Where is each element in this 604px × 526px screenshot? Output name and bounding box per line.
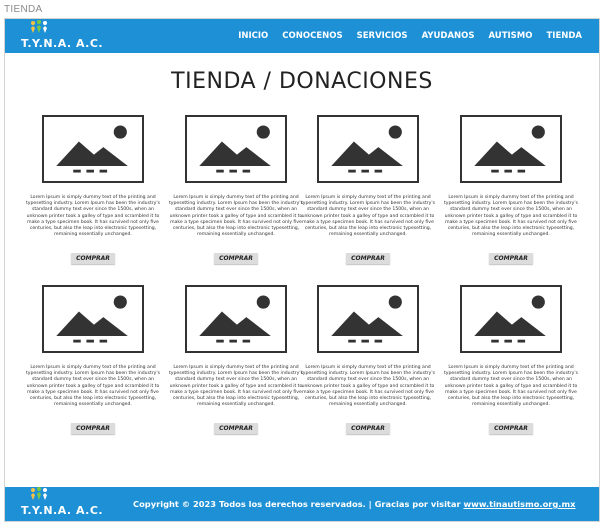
buy-button[interactable]: COMPRAR <box>71 253 115 264</box>
product-card: Lorem Ipsum is simply dummy text of the … <box>443 285 578 445</box>
image-placeholder-icon <box>199 125 271 173</box>
image-placeholder-icon <box>331 125 403 173</box>
product-description: Lorem Ipsum is simply dummy text of the … <box>443 195 579 238</box>
product-image[interactable] <box>185 285 287 353</box>
nav-item-inicio[interactable]: INICIO <box>231 31 275 41</box>
product-image[interactable] <box>317 285 419 353</box>
header-logo[interactable]: T.Y.N.A. A.C. <box>21 20 103 50</box>
product-image[interactable] <box>185 115 287 183</box>
footer-logo[interactable]: T.Y.N.A. A.C. <box>21 487 103 517</box>
product-card: Lorem Ipsum is simply dummy text of the … <box>300 285 435 445</box>
product-image[interactable] <box>460 285 562 353</box>
logo-text: T.Y.N.A. A.C. <box>21 504 104 517</box>
image-placeholder-icon <box>474 295 546 343</box>
product-description: Lorem Ipsum is simply dummy text of the … <box>300 365 436 408</box>
product-description: Lorem Ipsum is simply dummy text of the … <box>25 195 161 238</box>
buy-button[interactable]: COMPRAR <box>346 253 390 264</box>
page-title: TIENDA / DONACIONES <box>171 69 433 94</box>
product-image[interactable] <box>317 115 419 183</box>
buy-button[interactable]: COMPRAR <box>214 253 258 264</box>
product-image[interactable] <box>42 285 144 353</box>
product-card: Lorem Ipsum is simply dummy text of the … <box>443 115 578 275</box>
site-footer: T.Y.N.A. A.C. Copyright © 2023 Todos los… <box>5 487 599 521</box>
product-description: Lorem Ipsum is simply dummy text of the … <box>443 365 579 408</box>
page-frame: T.Y.N.A. A.C. INICIO CONOCENOS SERVICIOS… <box>4 18 600 522</box>
logo-figures-icon <box>31 487 47 500</box>
image-placeholder-icon <box>56 125 128 173</box>
frame-label: TIENDA <box>4 4 43 15</box>
product-description: Lorem Ipsum is simply dummy text of the … <box>300 195 436 238</box>
buy-button[interactable]: COMPRAR <box>71 423 115 434</box>
nav-item-servicios[interactable]: SERVICIOS <box>350 31 415 41</box>
main-nav: INICIO CONOCENOS SERVICIOS AYUDANOS AUTI… <box>231 19 589 53</box>
logo-text: T.Y.N.A. A.C. <box>21 37 104 50</box>
product-image[interactable] <box>42 115 144 183</box>
nav-item-tienda[interactable]: TIENDA <box>539 31 589 41</box>
buy-button[interactable]: COMPRAR <box>489 253 533 264</box>
footer-copyright: Copyright © 2023 Todos los derechos rese… <box>133 487 575 521</box>
logo-figures-icon <box>31 20 47 33</box>
image-placeholder-icon <box>474 125 546 173</box>
nav-item-ayudanos[interactable]: AYUDANOS <box>415 31 482 41</box>
product-card: Lorem Ipsum is simply dummy text of the … <box>168 285 303 445</box>
site-header: T.Y.N.A. A.C. INICIO CONOCENOS SERVICIOS… <box>5 19 599 53</box>
buy-button[interactable]: COMPRAR <box>346 423 390 434</box>
product-card: Lorem Ipsum is simply dummy text of the … <box>25 285 160 445</box>
nav-item-conocenos[interactable]: CONOCENOS <box>275 31 349 41</box>
product-description: Lorem Ipsum is simply dummy text of the … <box>168 195 304 238</box>
buy-button[interactable]: COMPRAR <box>214 423 258 434</box>
product-description: Lorem Ipsum is simply dummy text of the … <box>25 365 161 408</box>
buy-button[interactable]: COMPRAR <box>489 423 533 434</box>
product-card: Lorem Ipsum is simply dummy text of the … <box>300 115 435 275</box>
footer-link[interactable]: www.tinautismo.org.mx <box>463 499 575 509</box>
product-card: Lorem Ipsum is simply dummy text of the … <box>168 115 303 275</box>
product-image[interactable] <box>460 115 562 183</box>
nav-item-autismo[interactable]: AUTISMO <box>481 31 539 41</box>
product-description: Lorem Ipsum is simply dummy text of the … <box>168 365 304 408</box>
image-placeholder-icon <box>331 295 403 343</box>
image-placeholder-icon <box>56 295 128 343</box>
product-card: Lorem Ipsum is simply dummy text of the … <box>25 115 160 275</box>
copyright-text: Copyright © 2023 Todos los derechos rese… <box>133 499 464 509</box>
image-placeholder-icon <box>199 295 271 343</box>
